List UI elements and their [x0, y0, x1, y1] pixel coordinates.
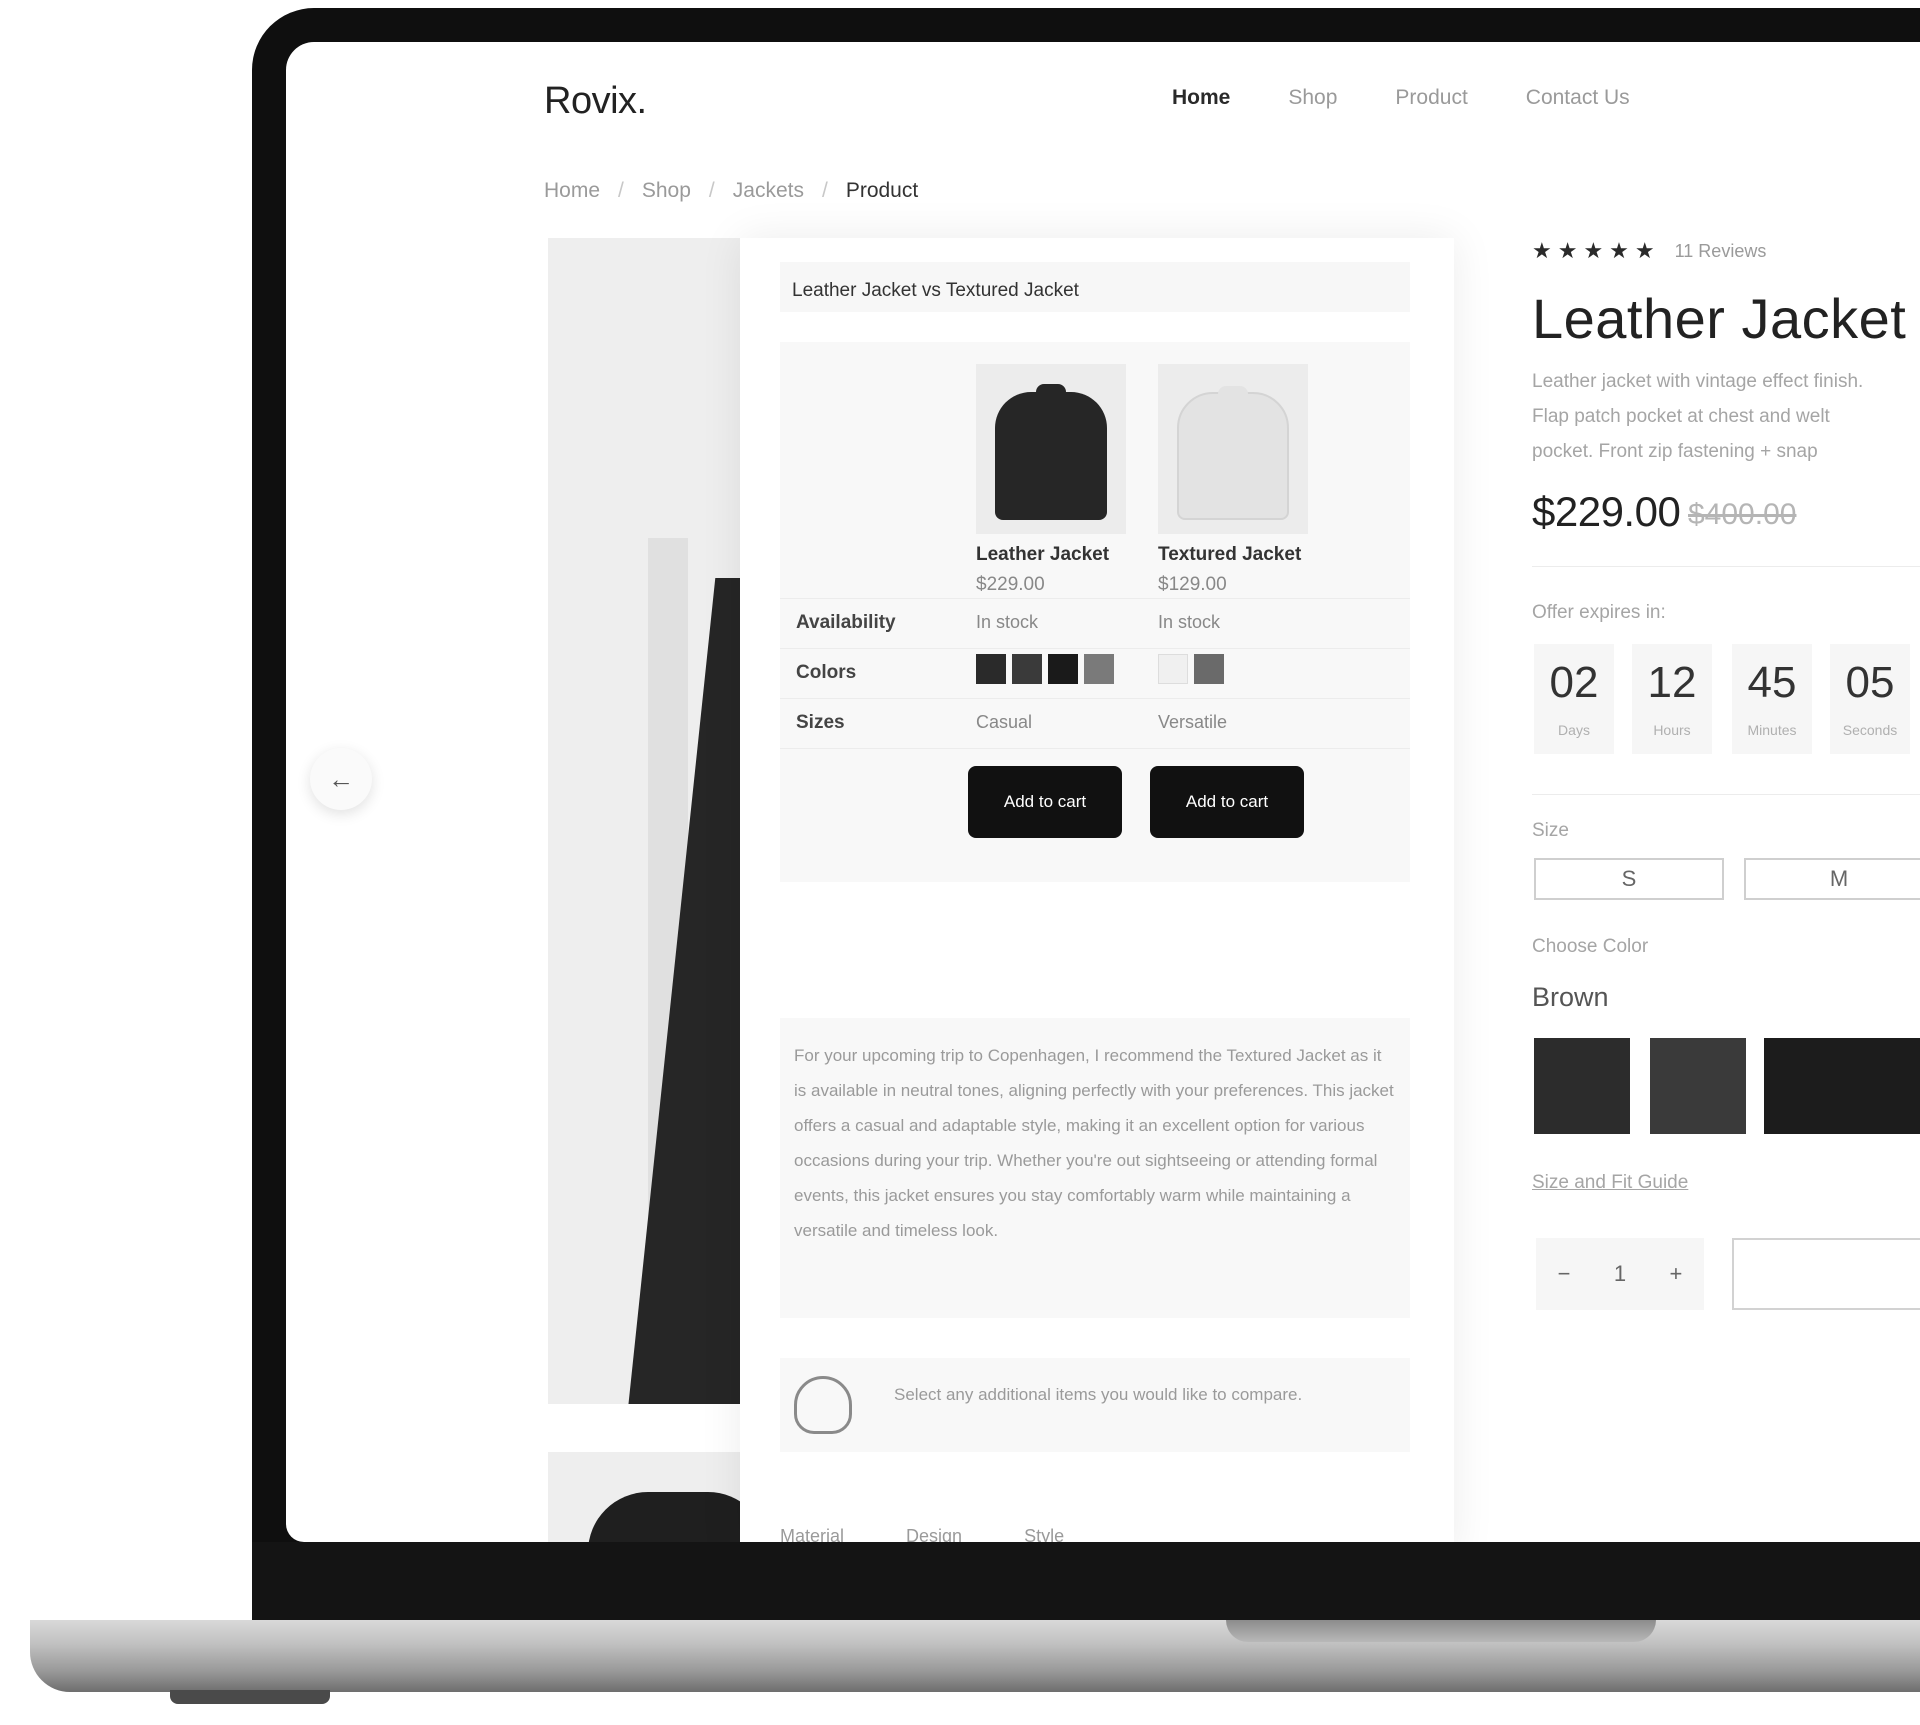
star-rating-icon: ★★★★★	[1532, 238, 1661, 263]
tab-style[interactable]: Style	[1024, 1526, 1064, 1542]
leather-jacket-icon	[995, 384, 1107, 520]
product-old-price: $400.00	[1688, 498, 1797, 531]
divider	[1532, 794, 1920, 795]
color-swatch[interactable]	[1158, 654, 1188, 684]
divider	[1532, 566, 1920, 567]
countdown-label: Days	[1558, 722, 1590, 738]
product-title: Leather Jacket	[1532, 287, 1907, 350]
product-image[interactable]	[976, 364, 1126, 534]
color-swatch[interactable]	[1048, 654, 1078, 684]
review-count[interactable]: 11 Reviews	[1675, 241, 1767, 262]
product-description: Leather jacket with vintage effect finis…	[1532, 364, 1920, 469]
size-value: Versatile	[1158, 712, 1228, 732]
breadcrumb-separator: /	[618, 179, 624, 202]
product-name: Leather Jacket	[976, 544, 1110, 565]
color-swatch[interactable]	[1194, 654, 1224, 684]
countdown-seconds: 05 Seconds	[1830, 644, 1910, 754]
color-swatch[interactable]	[1084, 654, 1114, 684]
color-swatch[interactable]	[1012, 654, 1042, 684]
color-swatches	[976, 654, 1114, 684]
breadcrumb-home[interactable]: Home	[544, 179, 600, 203]
compare-tabs: Material Design Style	[780, 1526, 1064, 1542]
add-to-cart-button[interactable]: Add to cart	[1150, 766, 1304, 838]
hint-text: Select any additional items you would li…	[894, 1385, 1303, 1404]
choose-color-label: Choose Color	[1532, 936, 1649, 957]
countdown-label: Seconds	[1842, 722, 1898, 738]
countdown-value: 45	[1747, 658, 1797, 707]
product-price: $229.00	[976, 574, 1045, 595]
nav-contact[interactable]: Contact Us	[1526, 86, 1630, 110]
compare-title: Leather Jacket vs Textured Jacket	[780, 262, 1410, 312]
color-option[interactable]	[1764, 1038, 1920, 1134]
nav-product[interactable]: Product	[1395, 86, 1467, 110]
color-option[interactable]	[1534, 1038, 1630, 1134]
compare-hint: Select any additional items you would li…	[780, 1358, 1410, 1452]
arrow-left-icon: ←	[328, 763, 354, 794]
countdown-days: 02 Days	[1534, 644, 1614, 754]
breadcrumb-jackets[interactable]: Jackets	[733, 179, 804, 203]
add-to-cart-button[interactable]: Add to cart	[968, 766, 1122, 838]
countdown-value: 02	[1549, 658, 1599, 707]
prev-image-button[interactable]: ←	[310, 748, 372, 810]
nav-home[interactable]: Home	[1172, 86, 1230, 110]
quantity-value[interactable]: 1	[1614, 1261, 1626, 1287]
size-guide-link[interactable]: Size and Fit Guide	[1532, 1172, 1688, 1194]
availability-value: In stock	[1158, 612, 1221, 632]
description-line: pocket. Front zip fastening + snap	[1532, 441, 1818, 462]
description-line: Leather jacket with vintage effect finis…	[1532, 371, 1864, 392]
row-label-sizes: Sizes	[796, 712, 845, 733]
countdown-hours: 12 Hours	[1632, 644, 1712, 754]
compare-table: Leather Jacket $229.00 Textured Jacket $…	[780, 342, 1410, 882]
offer-label: Offer expires in:	[1532, 602, 1666, 623]
main-nav: Home Shop Product Contact Us	[1172, 86, 1630, 110]
row-label-colors: Colors	[796, 662, 857, 683]
product-price: $129.00	[1158, 574, 1227, 595]
compare-panel: Leather Jacket vs Textured Jacket Leathe…	[740, 238, 1454, 1542]
decrease-button[interactable]: −	[1558, 1261, 1571, 1287]
color-swatches	[1158, 654, 1224, 684]
compare-product-1: Leather Jacket $229.00	[976, 364, 1126, 596]
breadcrumb-shop[interactable]: Shop	[642, 179, 691, 203]
availability-value: In stock	[976, 612, 1039, 632]
size-s-button[interactable]: S	[1534, 858, 1724, 900]
tab-material[interactable]: Material	[780, 1526, 844, 1542]
recommendation-text: For your upcoming trip to Copenhagen, I …	[780, 1018, 1410, 1318]
size-label: Size	[1532, 820, 1569, 841]
color-option[interactable]	[1650, 1038, 1746, 1134]
breadcrumb-separator: /	[821, 179, 828, 202]
countdown-value: 05	[1845, 658, 1895, 707]
laptop-bezel	[252, 1542, 1920, 1620]
selected-color-name: Brown	[1532, 982, 1609, 1012]
brand-logo[interactable]: Rovix.	[544, 80, 647, 123]
size-m-button[interactable]: M	[1744, 858, 1920, 900]
product-name: Textured Jacket	[1158, 544, 1302, 565]
quantity-stepper: − 1 +	[1536, 1238, 1704, 1310]
color-swatch[interactable]	[976, 654, 1006, 684]
laptop-screen: Rovix. Home Shop Product Contact Us Home…	[286, 42, 1920, 1542]
countdown-label: Hours	[1653, 722, 1691, 738]
add-to-cart-main-button[interactable]	[1732, 1238, 1920, 1310]
breadcrumb: Home / Shop / Jackets / Product	[544, 179, 918, 203]
laptop-notch	[1226, 1620, 1656, 1642]
increase-button[interactable]: +	[1669, 1261, 1682, 1287]
countdown-minutes: 45 Minutes	[1732, 644, 1812, 754]
compare-icon	[794, 1376, 852, 1434]
description-line: Flap patch pocket at chest and welt	[1532, 406, 1830, 427]
size-value: Casual	[976, 712, 1033, 732]
compare-product-2: Textured Jacket $129.00	[1158, 364, 1308, 596]
textured-jacket-icon	[1177, 386, 1289, 520]
breadcrumb-product: Product	[845, 179, 919, 202]
product-image[interactable]	[1158, 364, 1308, 534]
countdown-label: Minutes	[1747, 722, 1797, 738]
countdown-value: 12	[1647, 658, 1697, 707]
row-label-availability: Availability	[796, 612, 896, 633]
breadcrumb-separator: /	[708, 179, 715, 202]
rating: ★★★★★ 11 Reviews	[1532, 238, 1766, 264]
product-price: $229.00	[1532, 488, 1681, 535]
laptop-foot	[170, 1690, 330, 1704]
tab-design[interactable]: Design	[906, 1526, 962, 1542]
nav-shop[interactable]: Shop	[1288, 86, 1337, 110]
